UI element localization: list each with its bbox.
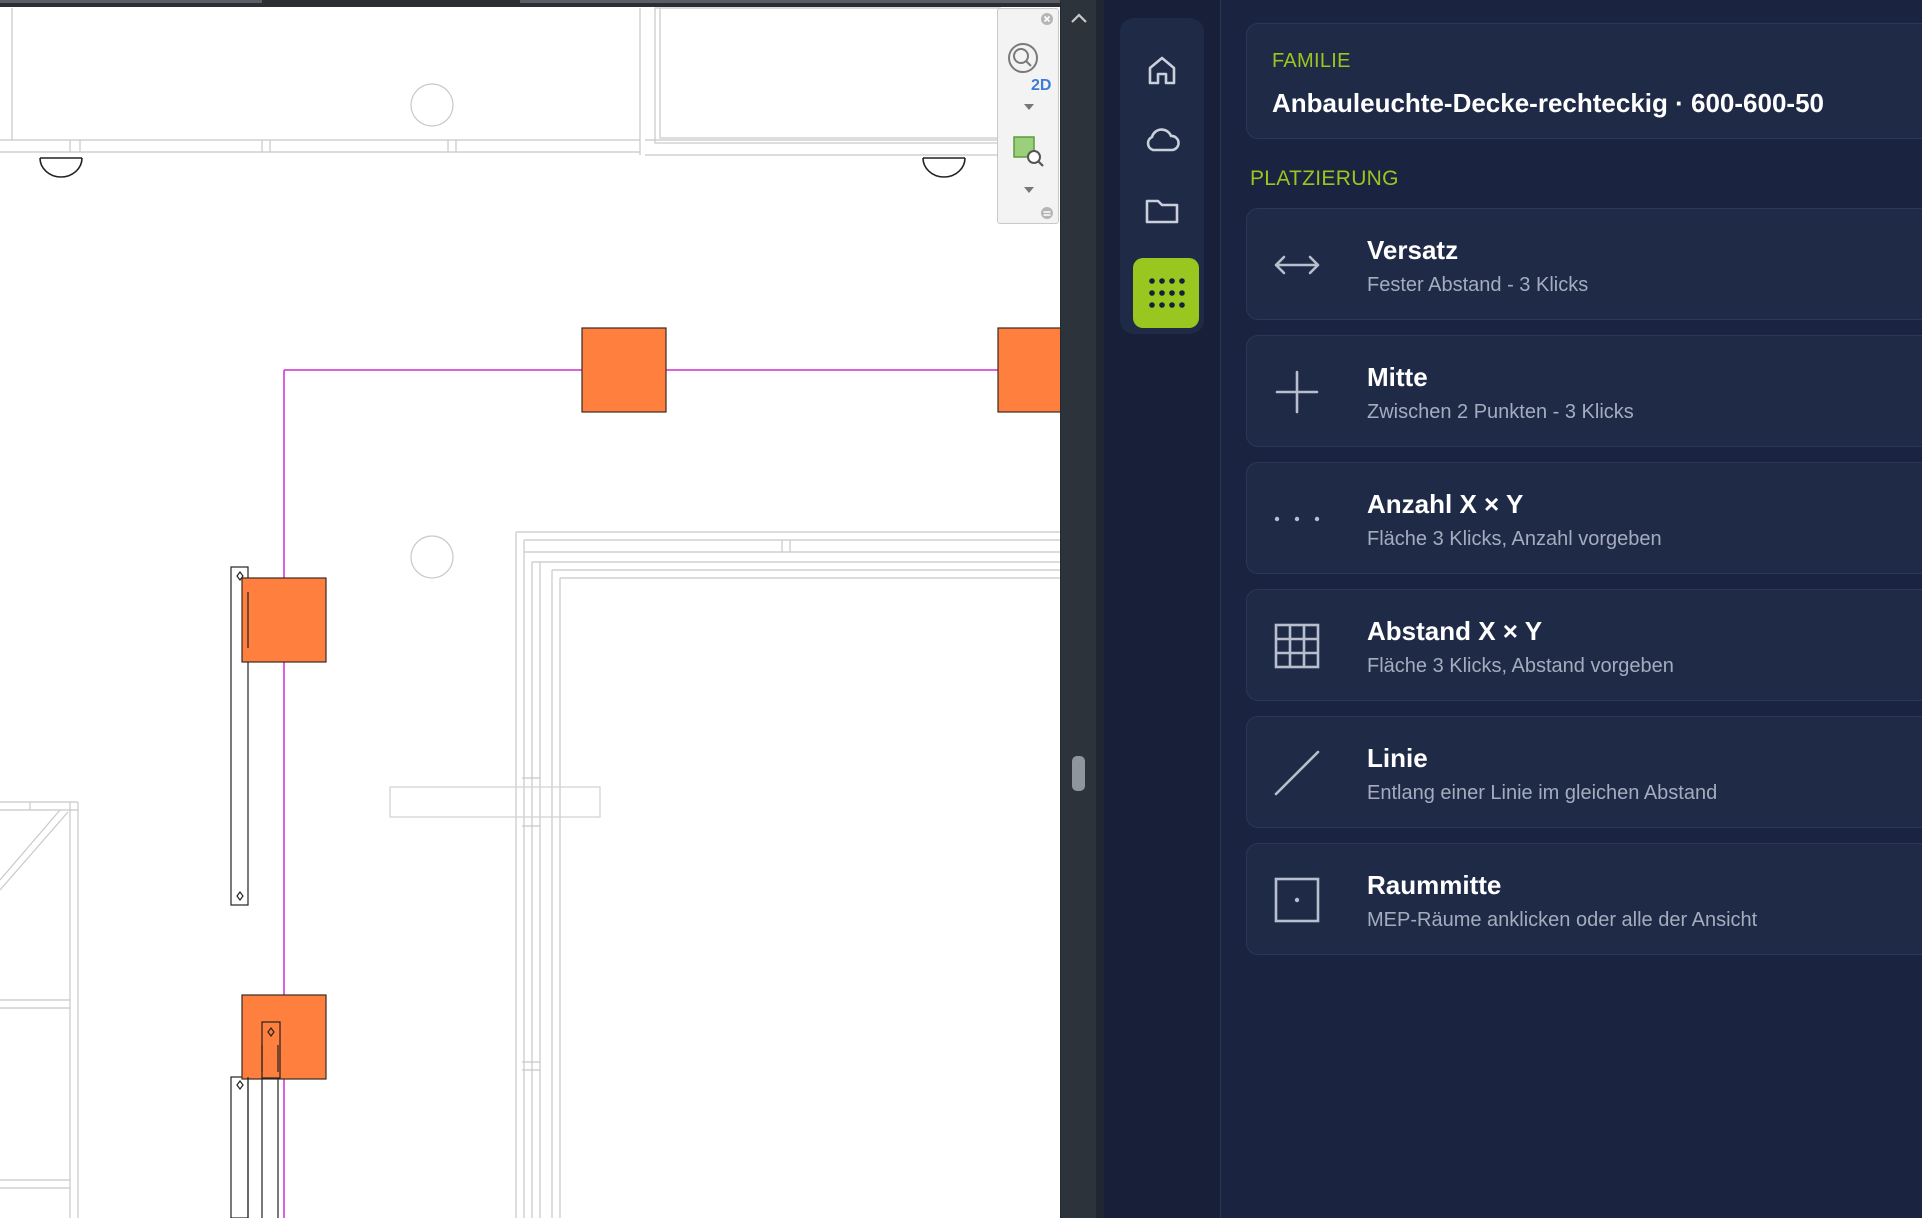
placement-option-versatz[interactable]: Versatz Fester Abstand - 3 Klicks bbox=[1246, 208, 1922, 320]
option-subtitle: MEP-Räume anklicken oder alle der Ansich… bbox=[1367, 909, 1758, 931]
grid-icon bbox=[1274, 623, 1320, 669]
option-title: Versatz bbox=[1367, 235, 1459, 265]
dots-row-icon bbox=[1274, 516, 1320, 522]
close-icon[interactable] bbox=[1040, 12, 1054, 26]
option-subtitle: Fläche 3 Klicks, Abstand vorgeben bbox=[1367, 655, 1674, 677]
option-title: Linie bbox=[1367, 743, 1428, 773]
app-rail bbox=[1104, 0, 1221, 1218]
cad-viewport[interactable]: 2D bbox=[0, 0, 1060, 1218]
rail-folder-button[interactable] bbox=[1134, 182, 1190, 238]
placement-panel: FAMILIE Anbauleuchte-Decke-rechteckig · … bbox=[1221, 0, 1922, 1218]
rail-button-group bbox=[1120, 18, 1204, 334]
light-fixtures bbox=[241, 327, 1060, 1080]
zoom-window-icon[interactable] bbox=[1010, 133, 1046, 169]
rail-placement-button[interactable] bbox=[1133, 258, 1199, 328]
chevron-down-icon[interactable] bbox=[1024, 104, 1034, 110]
double-arrow-icon bbox=[1274, 255, 1320, 275]
option-title: Abstand X × Y bbox=[1367, 616, 1543, 646]
zoom-icon bbox=[1008, 43, 1038, 73]
viewport-top-bar bbox=[0, 0, 1060, 7]
rail-home-button[interactable] bbox=[1134, 42, 1190, 98]
option-subtitle: Fester Abstand - 3 Klicks bbox=[1367, 274, 1589, 296]
diagonal-line-icon bbox=[1274, 750, 1320, 796]
dots-grid-icon bbox=[1149, 278, 1185, 308]
option-subtitle: Fläche 3 Klicks, Anzahl vorgeben bbox=[1367, 528, 1662, 550]
collapse-icon[interactable] bbox=[1040, 206, 1054, 220]
placement-option-mitte[interactable]: Mitte Zwischen 2 Punkten - 3 Klicks bbox=[1246, 335, 1922, 447]
placement-option-anzahl[interactable]: Anzahl X × Y Fläche 3 Klicks, Anzahl vor… bbox=[1246, 462, 1922, 574]
scrollbar-thumb[interactable] bbox=[1072, 756, 1085, 791]
family-label: FAMILIE bbox=[1272, 50, 1351, 72]
vertical-scrollbar[interactable] bbox=[1060, 0, 1097, 1218]
placement-option-linie[interactable]: Linie Entlang einer Linie im gleichen Ab… bbox=[1246, 716, 1922, 828]
family-card[interactable]: FAMILIE Anbauleuchte-Decke-rechteckig · … bbox=[1246, 23, 1922, 139]
zoom-2d-button[interactable]: 2D bbox=[1004, 39, 1052, 94]
navigation-bar: 2D bbox=[997, 8, 1059, 224]
panel-splitter[interactable] bbox=[1096, 0, 1104, 1218]
placement-option-raummitte[interactable]: Raummitte MEP-Räume anklicken oder alle … bbox=[1246, 843, 1922, 955]
option-title: Mitte bbox=[1367, 362, 1428, 392]
room-center-icon bbox=[1274, 877, 1320, 923]
home-icon bbox=[1148, 56, 1176, 85]
cloud-icon bbox=[1146, 128, 1180, 152]
chevron-up-icon[interactable] bbox=[1070, 12, 1088, 24]
placement-option-abstand[interactable]: Abstand X × Y Fläche 3 Klicks, Abstand v… bbox=[1246, 589, 1922, 701]
rail-cloud-button[interactable] bbox=[1134, 112, 1190, 168]
placement-section-label: PLATZIERUNG bbox=[1250, 167, 1399, 190]
chevron-down-icon[interactable] bbox=[1024, 187, 1034, 193]
family-name: Anbauleuchte-Decke-rechteckig · 600-600-… bbox=[1272, 88, 1825, 118]
folder-icon bbox=[1145, 199, 1179, 224]
zoom-2d-label: 2D bbox=[1031, 77, 1052, 94]
plus-icon bbox=[1275, 370, 1319, 414]
option-subtitle: Entlang einer Linie im gleichen Abstand bbox=[1367, 782, 1718, 804]
option-title: Raummitte bbox=[1367, 870, 1502, 900]
option-subtitle: Zwischen 2 Punkten - 3 Klicks bbox=[1367, 401, 1634, 423]
option-title: Anzahl X × Y bbox=[1367, 489, 1524, 519]
floor-plan-drawing[interactable] bbox=[0, 0, 1060, 1218]
